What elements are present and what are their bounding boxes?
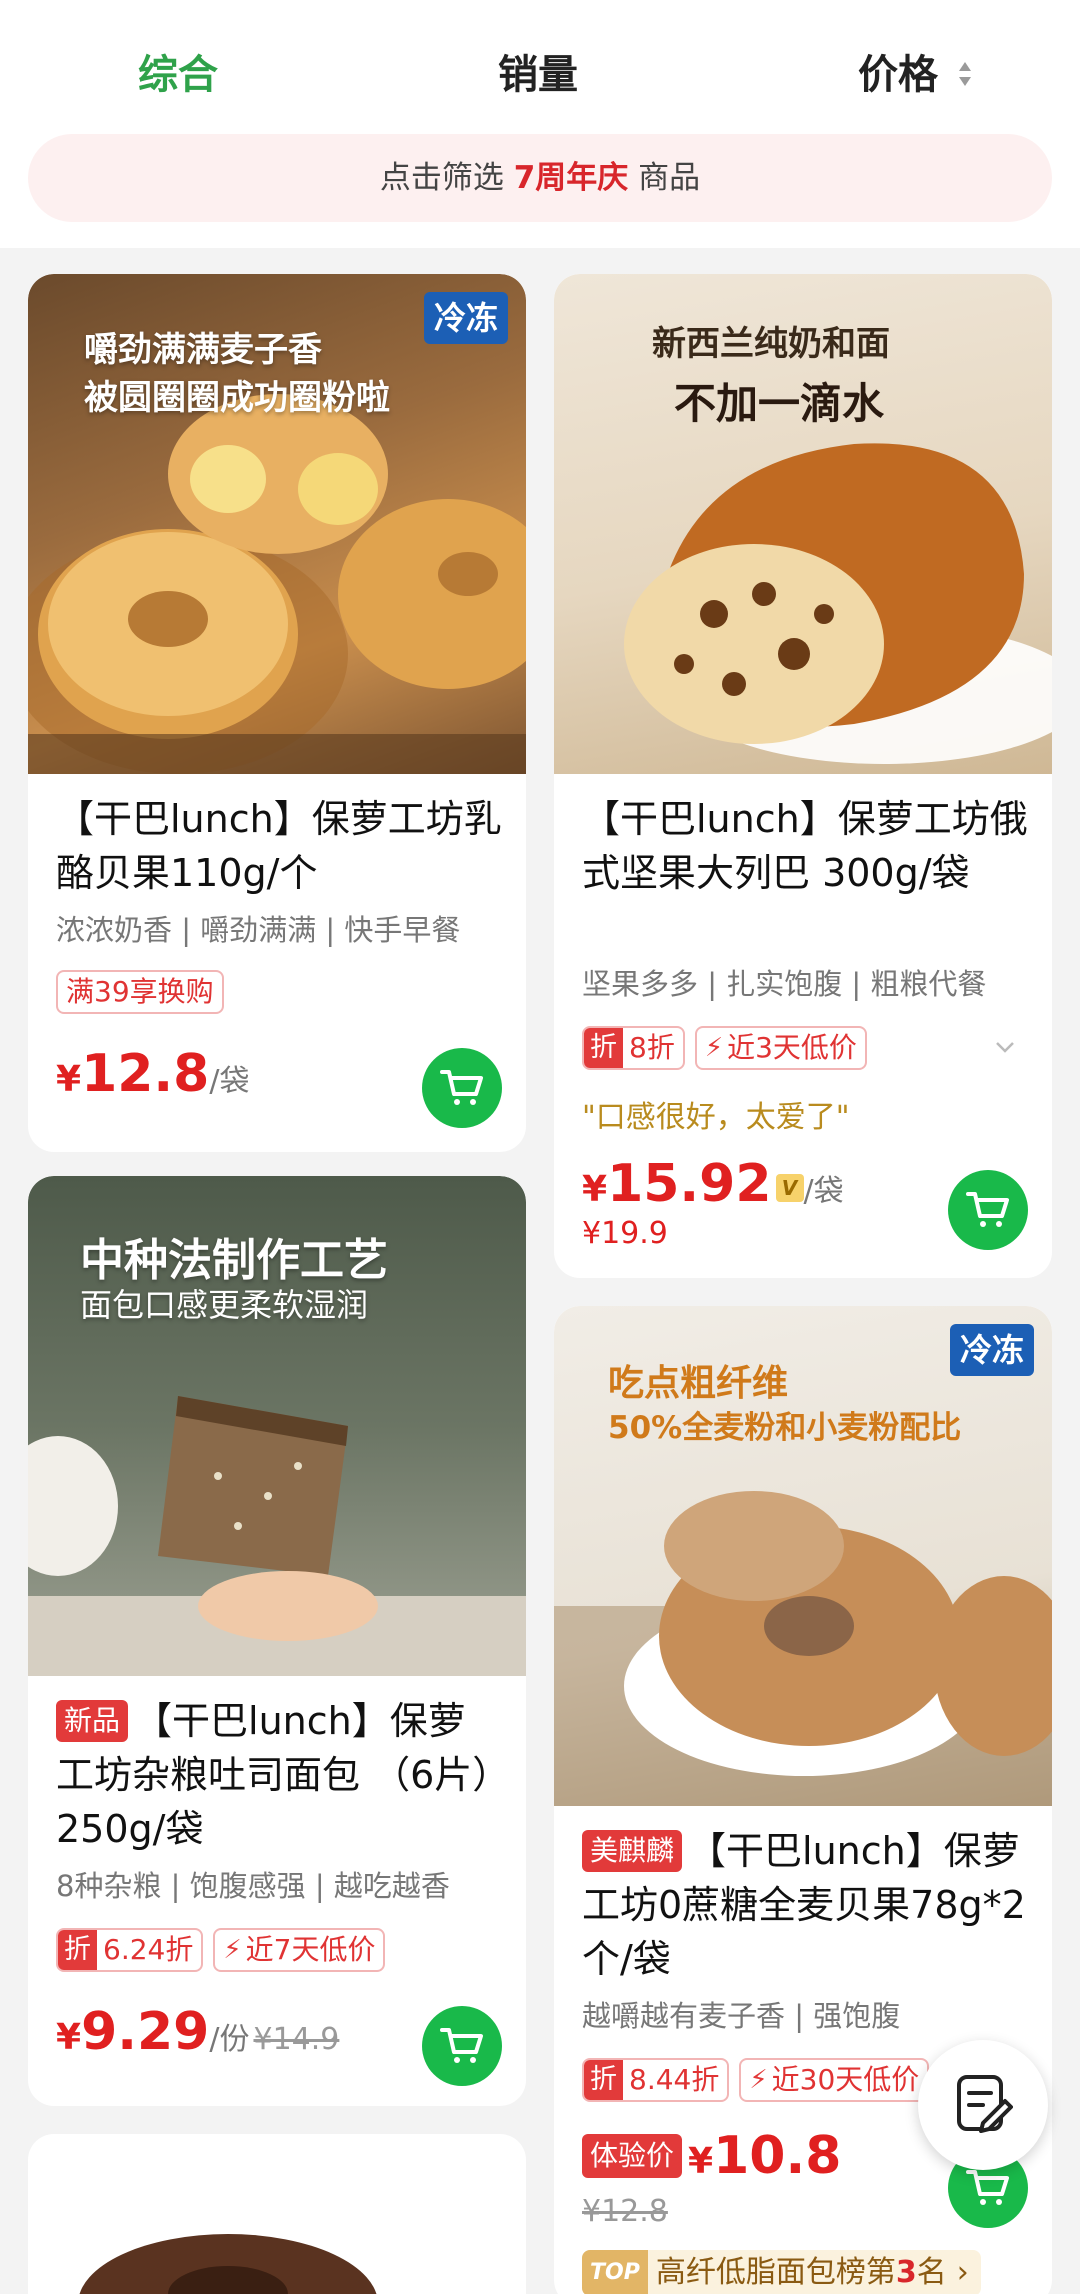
- frozen-badge: 冷冻: [423, 292, 508, 344]
- discount-label: 折: [584, 2060, 623, 2100]
- brand-tag: 美麒麟: [582, 1830, 683, 1872]
- cart-icon: [440, 2028, 483, 2063]
- product-image[interactable]: 嚼劲满满麦子香 被圆圈圈成功圈粉啦 冷冻: [28, 274, 526, 774]
- price-value: 12.8: [81, 1044, 210, 1104]
- discount-tag: 折 6.24折: [56, 1928, 204, 1972]
- filter-suffix: 商品: [638, 160, 701, 196]
- low-price-text: 近7天低价: [245, 1933, 376, 1966]
- price-unit: /袋: [803, 1174, 844, 1209]
- filter-highlight: 7周年庆: [513, 160, 629, 196]
- product-price: ¥15.92 V/袋: [582, 1154, 844, 1214]
- discount-value: 8.44折: [629, 2063, 720, 2096]
- chocolate-bagel-illustration: [79, 2234, 377, 2294]
- discount-label: 折: [58, 1930, 97, 1970]
- filter-prefix: 点击筛选: [379, 160, 504, 196]
- product-subtitle: 越嚼越有麦子香 | 强饱腹: [582, 1999, 901, 2033]
- discount-tag: 折 8折: [582, 1026, 685, 1070]
- price-currency: ¥: [56, 1059, 82, 1100]
- original-price: ¥12.8: [582, 2194, 668, 2229]
- product-image[interactable]: 新西兰纯奶和面 不加一滴水: [554, 274, 1052, 774]
- add-to-cart-button[interactable]: [422, 2006, 502, 2086]
- review-quote: "口感很好，太爱了": [582, 1100, 850, 1135]
- product-title[interactable]: 美麒麟 【干巴lunch】保萝工坊0蔗糖全麦贝果78g*2个/袋: [582, 1824, 1028, 1986]
- price-value: 15.92: [607, 1154, 772, 1214]
- product-subtitle: 坚果多多 | 扎实饱腹 | 粗粮代餐: [582, 967, 987, 1001]
- new-product-tag: 新品: [56, 1700, 129, 1742]
- low-price-tag: ⚡ 近3天低价: [694, 1026, 867, 1070]
- chevron-right-icon: ›: [956, 2255, 969, 2290]
- price-value: 10.8: [713, 2126, 842, 2186]
- rank-text: 高纤低脂面包榜第: [655, 2255, 896, 2290]
- product-subtitle: 浓浓奶香 | 嚼劲满满 | 快手早餐: [56, 913, 461, 947]
- tab-price[interactable]: 价格: [858, 40, 938, 110]
- product-card-multigrain-toast[interactable]: 中种法制作工艺 面包口感更柔软湿润 新品 【干巴lunch】保萝工坊杂粮吐司面包 …: [28, 1176, 526, 2106]
- image-caption-1: 嚼劲满满麦子香: [84, 330, 322, 370]
- product-title[interactable]: 【干巴lunch】保萝工坊俄式坚果大列巴 300g/袋: [582, 792, 1028, 900]
- price-unit: /份: [209, 2022, 250, 2057]
- sort-arrows-icon[interactable]: [958, 58, 972, 90]
- original-price: ¥14.9: [253, 2022, 340, 2057]
- top-rank-icon: TOP: [582, 2250, 648, 2294]
- cart-icon: [440, 1070, 483, 1105]
- frozen-badge: 冷冻: [949, 1324, 1034, 1376]
- price-currency: ¥: [582, 1169, 608, 1210]
- add-to-cart-button[interactable]: [948, 1170, 1028, 1250]
- price-currency: ¥: [56, 2017, 82, 2058]
- price-unit: /袋: [209, 1064, 250, 1099]
- sort-bar: 综合 销量 价格 点击筛选 7周年庆 商品: [0, 0, 1080, 248]
- anniversary-filter-banner[interactable]: 点击筛选 7周年庆 商品: [28, 134, 1052, 222]
- trial-price-tag: 体验价: [582, 2134, 683, 2178]
- rank-number: 3: [895, 2255, 917, 2290]
- product-price: ¥9.29/份 ¥14.9: [56, 2002, 339, 2062]
- discount-label: 折: [584, 1028, 623, 1068]
- image-caption-1: 中种法制作工艺: [80, 1235, 388, 1286]
- product-image[interactable]: 吃点粗纤维 50%全麦粉和小麦粉配比 冷冻: [554, 1306, 1052, 1806]
- price-currency: ¥: [688, 2141, 714, 2182]
- lightning-icon: ⚡: [223, 1935, 242, 1965]
- tab-comprehensive[interactable]: 综合: [138, 40, 218, 110]
- product-price: ¥12.8/袋: [56, 1044, 249, 1104]
- product-subtitle: 8种杂粮 | 饱腹感强 | 越吃越香: [56, 1869, 450, 1903]
- rank-suffix: 名: [916, 2255, 947, 2290]
- cart-icon: [966, 1192, 1009, 1227]
- discount-tag: 折 8.44折: [582, 2058, 730, 2102]
- low-price-text: 近30天低价: [771, 2063, 920, 2096]
- tab-sales[interactable]: 销量: [498, 40, 578, 110]
- image-caption-2: 50%全麦粉和小麦粉配比: [608, 1410, 962, 1446]
- vip-badge-icon: V: [775, 1174, 804, 1202]
- discount-value: 6.24折: [103, 1933, 194, 1966]
- low-price-text: 近3天低价: [727, 1031, 857, 1064]
- image-caption-2: 面包口感更柔软湿润: [80, 1286, 369, 1324]
- product-title[interactable]: 【干巴lunch】保萝工坊乳酪贝果110g/个: [56, 792, 502, 900]
- image-caption-2: 不加一滴水: [674, 379, 885, 428]
- product-card-chocolate-bagel[interactable]: [28, 2134, 526, 2294]
- original-price: ¥19.9: [582, 1216, 668, 1251]
- image-caption-1: 新西兰纯奶和面: [652, 324, 890, 364]
- product-card-walnut-bread[interactable]: 新西兰纯奶和面 不加一滴水 【干巴lunch】保萝工坊俄式坚果大列巴 300g/…: [554, 274, 1052, 1278]
- discount-value: 8折: [629, 1031, 675, 1064]
- product-price: 体验价 ¥10.8: [582, 2126, 841, 2186]
- exchange-promo-tag: 满39享换购: [56, 970, 224, 1014]
- chevron-down-icon[interactable]: [994, 1040, 1016, 1054]
- price-value: 9.29: [81, 2002, 210, 2062]
- product-image[interactable]: 中种法制作工艺 面包口感更柔软湿润: [28, 1176, 526, 1676]
- image-caption-2: 被圆圈圈成功圈粉啦: [84, 378, 390, 418]
- low-price-tag: ⚡ 近30天低价: [739, 2058, 930, 2102]
- lightning-icon: ⚡: [704, 1033, 724, 1063]
- edit-note-icon: [957, 2075, 1013, 2133]
- image-caption-1: 吃点粗纤维: [608, 1363, 789, 1404]
- add-to-cart-button[interactable]: [422, 1048, 502, 1128]
- cart-icon: [966, 2170, 1009, 2205]
- product-card-cheese-bagel[interactable]: 嚼劲满满麦子香 被圆圈圈成功圈粉啦 冷冻 【干巴lunch】保萝工坊乳酪贝果11…: [28, 274, 526, 1152]
- ranking-badge[interactable]: TOP 高纤低脂面包榜第 3 名 ›: [582, 2250, 981, 2294]
- feedback-float-button[interactable]: [918, 2040, 1048, 2170]
- lightning-icon: ⚡: [749, 2065, 768, 2095]
- low-price-tag: ⚡ 近7天低价: [213, 1928, 386, 1972]
- product-title[interactable]: 新品 【干巴lunch】保萝工坊杂粮吐司面包 （6片）250g/袋: [56, 1694, 502, 1856]
